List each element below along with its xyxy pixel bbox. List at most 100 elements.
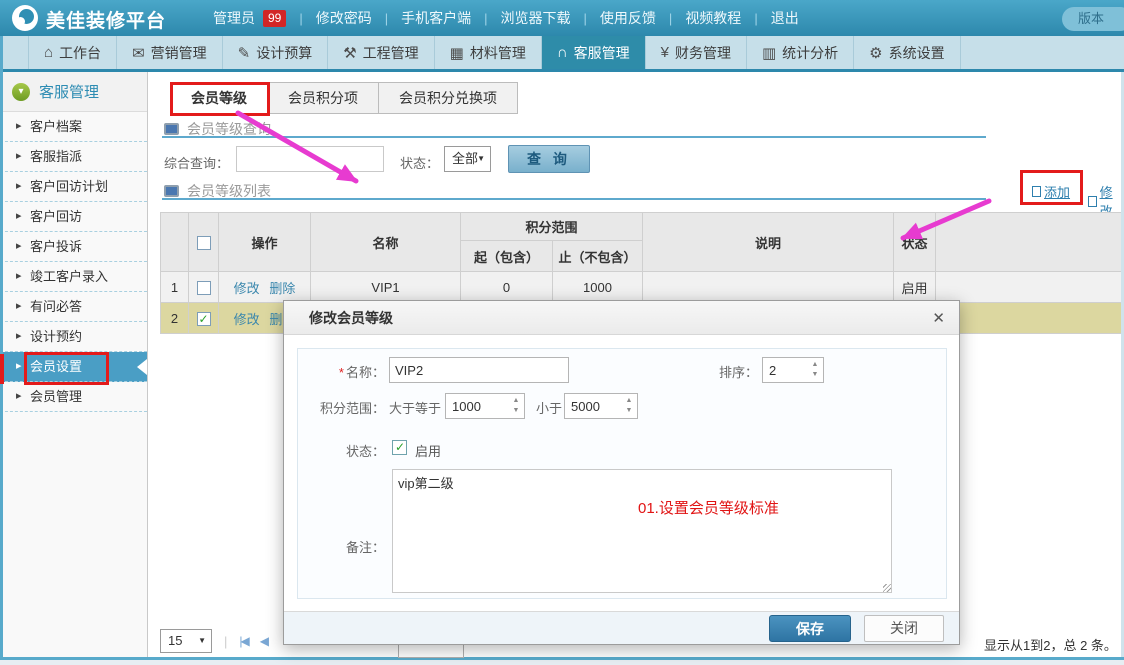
sort-stepper[interactable]: 2 ▲ ▼ [762, 357, 824, 383]
query-input[interactable] [236, 146, 384, 172]
sidebar-item-revisit-plan[interactable]: 客户回访计划 [0, 172, 147, 202]
header-range-to: 止（不包含） [553, 241, 643, 272]
range-to-stepper[interactable]: 5000 ▲ ▼ [564, 393, 638, 419]
nav-tab-label: 工程管理 [363, 43, 419, 63]
remark-textarea[interactable]: vip第二级 [392, 469, 892, 593]
row-empty [936, 303, 1124, 334]
menu-browser-download[interactable]: 浏览器下载 [501, 8, 571, 28]
row-checkbox[interactable] [197, 281, 211, 295]
sort-label: 排序： [678, 362, 758, 381]
dialog-title: 修改会员等级 [284, 301, 959, 335]
notification-badge[interactable]: 99 [263, 10, 286, 27]
stepper-up-icon[interactable]: ▲ [810, 360, 820, 370]
menu-separator: | [754, 11, 757, 26]
nav-tab-statistics[interactable]: ▥ 统计分析 [747, 36, 854, 69]
header-range-group: 积分范围 [461, 213, 643, 241]
tab-member-level[interactable]: 会员等级 [170, 82, 268, 114]
header-empty [936, 213, 1124, 272]
page-size-select[interactable]: 15 [160, 629, 212, 653]
pagination-bar: 15 | |◀ ◀ [160, 628, 267, 654]
sidebar-item-service-dispatch[interactable]: 客服指派 [0, 142, 147, 172]
nav-tab-marketing[interactable]: ✉ 营销管理 [117, 36, 223, 69]
window-frame-bottom-pad [0, 660, 1124, 665]
resize-grip[interactable] [883, 584, 891, 592]
grid-icon: ▦ [450, 44, 464, 62]
header-desc: 说明 [643, 213, 894, 272]
sidebar-item-complaints[interactable]: 客户投诉 [0, 232, 147, 262]
sidebar-item-design-appointment[interactable]: 设计预约 [0, 322, 147, 352]
version-pill[interactable]: 版本 [1062, 7, 1124, 31]
row-delete-link[interactable]: 删除 [269, 281, 295, 296]
range-label: 积分范围： [298, 398, 385, 417]
header-range-from: 起（包含） [461, 241, 553, 272]
required-mark: * [339, 365, 344, 380]
chat-icon: ✉ [132, 44, 145, 62]
sidebar-title: 客服管理 [39, 81, 99, 102]
menu-feedback[interactable]: 使用反馈 [600, 8, 656, 28]
pagination-summary: 显示从1到2，总 2 条。 [984, 635, 1117, 654]
close-button[interactable]: 关闭 [864, 615, 944, 642]
placeholder-icon [1088, 196, 1097, 207]
monitor-icon [164, 185, 179, 197]
sidebar-item-member-management[interactable]: 会员管理 [0, 382, 147, 412]
sidebar-item-customer-revisit[interactable]: 客户回访 [0, 202, 147, 232]
row-num: 2 [161, 303, 189, 334]
section-underline [162, 136, 986, 138]
menu-mobile-client[interactable]: 手机客户端 [401, 8, 471, 28]
range-from-stepper[interactable]: 1000 ▲ ▼ [445, 393, 525, 419]
row-edit-link[interactable]: 修改 [234, 281, 260, 296]
user-label[interactable]: 管理员 [213, 8, 255, 28]
app-window: 美佳装修平台 管理员 99 | 修改密码 | 手机客户端 | 浏览器下载 | 使… [0, 0, 1124, 665]
sidebar-item-qa[interactable]: 有问必答 [0, 292, 147, 322]
nav-tab-system-settings[interactable]: ⚙ 系统设置 [854, 36, 960, 69]
save-button[interactable]: 保存 [769, 615, 851, 642]
stepper-down-icon[interactable]: ▼ [624, 406, 634, 416]
nav-tab-materials[interactable]: ▦ 材料管理 [435, 36, 542, 69]
nav-tab-customer-service[interactable]: ∩ 客服管理 [542, 36, 646, 69]
menu-video-tutorial[interactable]: 视频教程 [685, 8, 741, 28]
nav-tab-engineering[interactable]: ⚒ 工程管理 [328, 36, 434, 69]
stepper-down-icon[interactable]: ▼ [810, 370, 820, 380]
sidebar-item-customer-files[interactable]: 客户档案 [0, 112, 147, 142]
nav-tab-label: 设计预算 [256, 43, 312, 63]
home-icon: ⌂ [44, 44, 53, 61]
row-edit-link[interactable]: 修改 [234, 312, 260, 327]
top-header: 美佳装修平台 管理员 99 | 修改密码 | 手机客户端 | 浏览器下载 | 使… [0, 0, 1124, 36]
sidebar-header[interactable]: ▾ 客服管理 [0, 72, 147, 112]
close-icon[interactable]: ✕ [932, 309, 945, 327]
stepper-up-icon[interactable]: ▲ [511, 396, 521, 406]
search-button[interactable]: 查 询 [508, 145, 590, 173]
stepper-up-icon[interactable]: ▲ [624, 396, 634, 406]
select-all-checkbox[interactable] [197, 236, 211, 250]
name-field[interactable] [389, 357, 569, 383]
first-page-button[interactable]: |◀ [239, 634, 247, 648]
tab-member-points[interactable]: 会员积分项 [267, 82, 379, 114]
menu-logout[interactable]: 退出 [771, 8, 799, 28]
gte-label: 大于等于 [389, 398, 441, 417]
nav-tab-finance[interactable]: ¥ 财务管理 [646, 36, 747, 69]
row-range-to: 1000 [553, 272, 643, 303]
name-label: *名称： [298, 362, 385, 381]
status-select[interactable]: 全部 [444, 146, 491, 172]
stepper-down-icon[interactable]: ▼ [511, 406, 521, 416]
sidebar-item-completed-entry[interactable]: 竣工客户录入 [0, 262, 147, 292]
menu-change-password[interactable]: 修改密码 [316, 8, 372, 28]
header-status: 状态 [894, 213, 936, 272]
header-checkbox-cell [189, 213, 219, 272]
nav-tab-workbench[interactable]: ⌂ 工作台 [28, 36, 117, 69]
nav-tab-design-budget[interactable]: ✎ 设计预算 [223, 36, 329, 69]
status-checkbox[interactable] [392, 440, 407, 455]
dialog-footer: 保存 关闭 [284, 611, 959, 644]
monitor-icon [164, 123, 179, 135]
header-menu: 管理员 99 | 修改密码 | 手机客户端 | 浏览器下载 | 使用反馈 | 视… [213, 0, 799, 36]
sidebar-item-member-settings[interactable]: 会员设置 [0, 352, 147, 382]
add-link[interactable]: 添加 [1032, 182, 1070, 201]
tab-points-exchange[interactable]: 会员积分兑换项 [378, 82, 518, 114]
status-label: 状态： [298, 441, 385, 460]
chart-icon: ▥ [762, 44, 776, 62]
prev-page-button[interactable]: ◀ [260, 634, 267, 648]
pagination-separator: | [224, 634, 227, 649]
lt-label: 小于 [536, 398, 564, 417]
nav-tab-label: 财务管理 [675, 43, 731, 63]
row-checkbox-checked[interactable] [197, 312, 211, 326]
